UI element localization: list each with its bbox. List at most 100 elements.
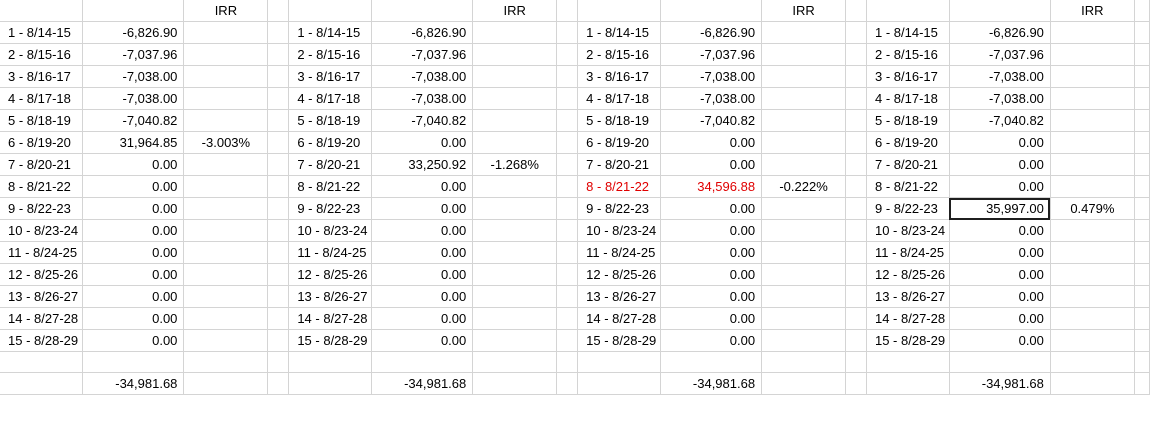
spacer-cell[interactable] [845, 153, 867, 176]
period-cell[interactable]: 9 - 8/22-23 [288, 197, 373, 220]
irr-cell[interactable] [183, 263, 269, 286]
irr-cell[interactable] [472, 87, 558, 110]
cashflow-cell[interactable]: 0.00 [371, 131, 474, 154]
irr-cell[interactable] [1050, 285, 1135, 308]
cashflow-cell[interactable]: -6,826.90 [660, 21, 763, 44]
spacer-cell[interactable] [1134, 65, 1150, 88]
spacer-cell[interactable] [556, 131, 579, 154]
irr-cell[interactable] [183, 197, 269, 220]
empty-cell[interactable] [288, 0, 373, 22]
period-cell[interactable]: 6 - 8/19-20 [866, 131, 950, 154]
empty-cell[interactable] [866, 351, 950, 373]
cashflow-cell[interactable]: -7,040.82 [660, 109, 763, 132]
irr-cell[interactable] [183, 285, 269, 308]
selected-cashflow-cell[interactable]: 35,997.00 [949, 197, 1051, 220]
cashflow-cell[interactable]: 0.00 [949, 241, 1051, 264]
cashflow-cell[interactable]: -6,826.90 [949, 21, 1051, 44]
irr-cell[interactable]: -3.003% [183, 131, 269, 154]
spacer-cell[interactable] [845, 43, 867, 66]
empty-cell[interactable] [267, 351, 290, 373]
period-cell[interactable]: 13 - 8/26-27 [0, 285, 84, 308]
irr-cell[interactable] [472, 109, 558, 132]
spacer-cell[interactable] [267, 329, 290, 352]
spacer-cell[interactable] [267, 285, 290, 308]
spacer-cell[interactable] [267, 153, 290, 176]
spacer-cell[interactable] [556, 0, 579, 22]
spacer-cell[interactable] [845, 21, 867, 44]
irr-cell[interactable] [761, 21, 847, 44]
cashflow-cell[interactable]: 0.00 [82, 153, 185, 176]
spacer-cell[interactable] [556, 153, 579, 176]
cashflow-cell[interactable]: 33,250.92 [371, 153, 474, 176]
cashflow-cell[interactable]: 0.00 [82, 197, 185, 220]
spacer-cell[interactable] [845, 197, 867, 220]
irr-header-cell[interactable]: IRR [1050, 0, 1135, 22]
empty-cell[interactable] [577, 372, 662, 395]
period-cell[interactable]: 14 - 8/27-28 [866, 307, 950, 330]
spacer-cell[interactable] [1134, 197, 1150, 220]
cashflow-cell[interactable]: 34,596.88 [660, 175, 763, 198]
empty-cell[interactable] [660, 351, 763, 373]
period-cell[interactable]: 4 - 8/17-18 [577, 87, 662, 110]
cashflow-cell[interactable]: 0.00 [371, 285, 474, 308]
empty-cell[interactable] [949, 0, 1051, 22]
spacer-cell[interactable] [267, 131, 290, 154]
cashflow-cell[interactable]: 31,964.85 [82, 131, 185, 154]
cashflow-cell[interactable]: 0.00 [371, 307, 474, 330]
irr-cell[interactable] [761, 219, 847, 242]
period-cell[interactable]: 10 - 8/23-24 [866, 219, 950, 242]
period-cell[interactable]: 2 - 8/15-16 [866, 43, 950, 66]
period-cell[interactable]: 2 - 8/15-16 [0, 43, 84, 66]
cashflow-cell[interactable]: -7,037.96 [949, 43, 1051, 66]
irr-cell[interactable] [472, 65, 558, 88]
irr-cell[interactable]: -1.268% [472, 153, 558, 176]
empty-cell[interactable] [0, 372, 84, 395]
period-cell[interactable]: 1 - 8/14-15 [577, 21, 662, 44]
spacer-cell[interactable] [556, 65, 579, 88]
empty-cell[interactable] [761, 372, 847, 395]
irr-cell[interactable] [1050, 21, 1135, 44]
spacer-cell[interactable] [1134, 372, 1150, 395]
spacer-cell[interactable] [1134, 285, 1150, 308]
period-cell[interactable]: 4 - 8/17-18 [866, 87, 950, 110]
empty-cell[interactable] [183, 351, 269, 373]
irr-cell[interactable]: -0.222% [761, 175, 847, 198]
spacer-cell[interactable] [267, 263, 290, 286]
irr-cell[interactable] [761, 43, 847, 66]
empty-cell[interactable] [761, 351, 847, 373]
period-cell[interactable]: 15 - 8/28-29 [0, 329, 84, 352]
irr-cell[interactable] [761, 241, 847, 264]
period-cell[interactable]: 1 - 8/14-15 [288, 21, 373, 44]
irr-cell[interactable] [472, 43, 558, 66]
cashflow-cell[interactable]: -6,826.90 [82, 21, 185, 44]
period-cell[interactable]: 3 - 8/16-17 [288, 65, 373, 88]
empty-cell[interactable] [1050, 372, 1135, 395]
cashflow-cell[interactable]: 0.00 [660, 131, 763, 154]
cashflow-cell[interactable]: 0.00 [82, 219, 185, 242]
cashflow-cell[interactable]: 0.00 [82, 263, 185, 286]
spacer-cell[interactable] [267, 21, 290, 44]
period-cell[interactable]: 15 - 8/28-29 [288, 329, 373, 352]
period-cell[interactable]: 11 - 8/24-25 [866, 241, 950, 264]
cashflow-cell[interactable]: 0.00 [949, 219, 1051, 242]
cashflow-cell[interactable]: 0.00 [371, 329, 474, 352]
cashflow-cell[interactable]: 0.00 [660, 329, 763, 352]
cashflow-cell[interactable]: -7,038.00 [371, 65, 474, 88]
cashflow-cell[interactable]: 0.00 [371, 241, 474, 264]
irr-cell[interactable] [472, 131, 558, 154]
spacer-cell[interactable] [556, 219, 579, 242]
period-cell[interactable]: 4 - 8/17-18 [0, 87, 84, 110]
cashflow-cell[interactable]: -7,040.82 [949, 109, 1051, 132]
period-cell[interactable]: 4 - 8/17-18 [288, 87, 373, 110]
cashflow-cell[interactable]: 0.00 [660, 241, 763, 264]
irr-cell[interactable] [183, 109, 269, 132]
cashflow-cell[interactable]: 0.00 [82, 241, 185, 264]
irr-header-cell[interactable]: IRR [183, 0, 269, 22]
period-cell[interactable]: 7 - 8/20-21 [866, 153, 950, 176]
irr-cell[interactable] [1050, 263, 1135, 286]
period-cell[interactable]: 14 - 8/27-28 [577, 307, 662, 330]
spacer-cell[interactable] [845, 329, 867, 352]
empty-cell[interactable] [1134, 351, 1150, 373]
irr-cell[interactable] [1050, 87, 1135, 110]
irr-cell[interactable] [472, 219, 558, 242]
